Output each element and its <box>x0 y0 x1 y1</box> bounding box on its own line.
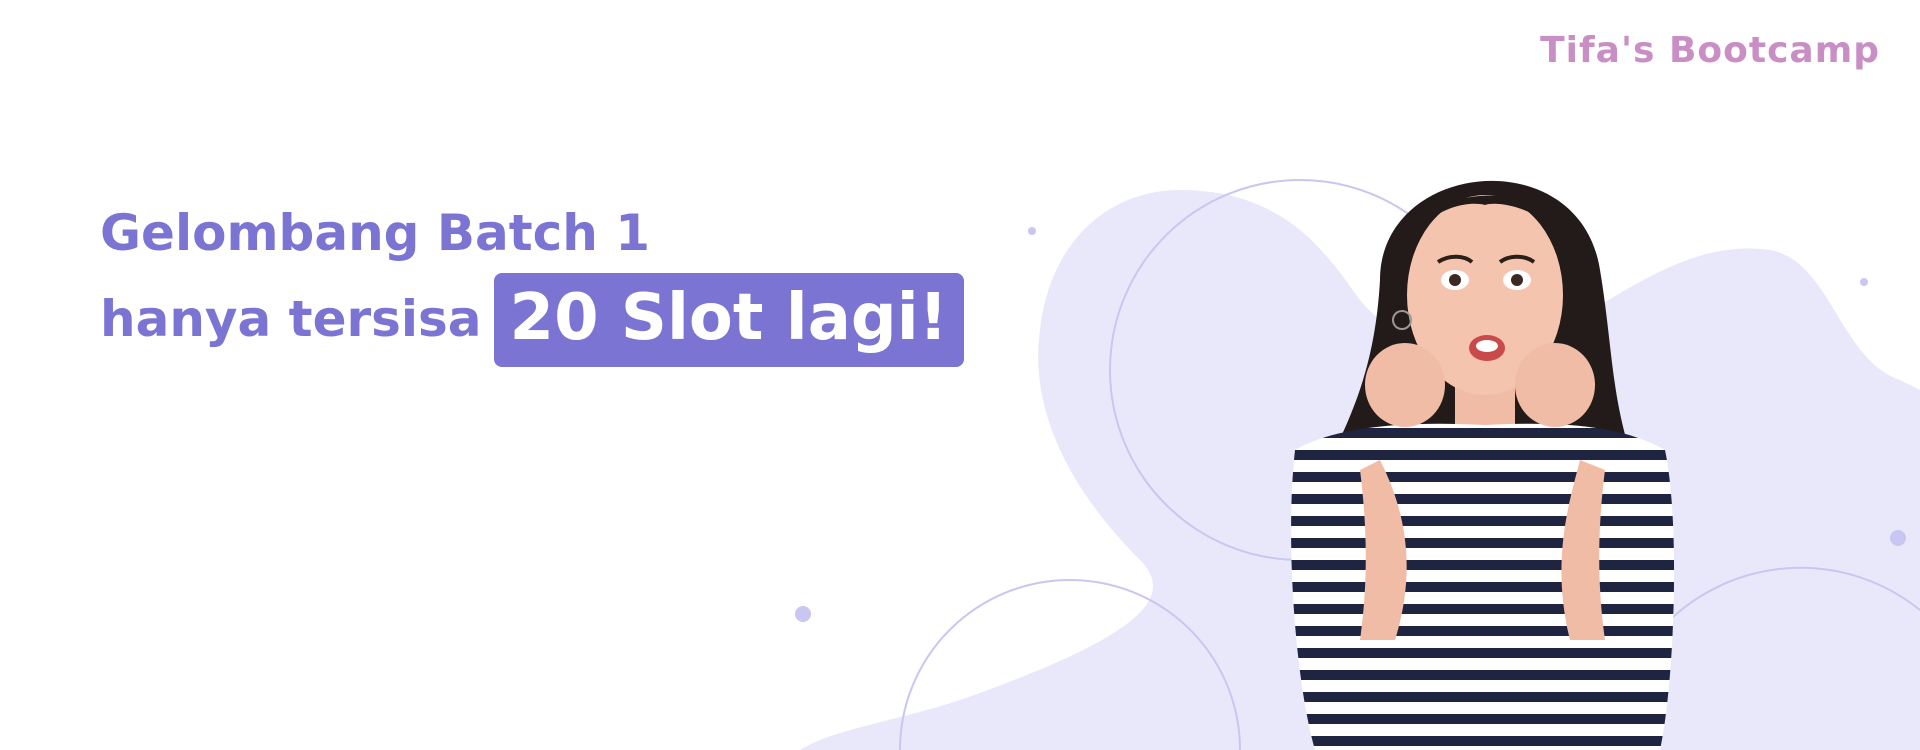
headline-line-1: Gelombang Batch 1 <box>100 204 651 262</box>
slot-badge: 20 Slot lagi! <box>493 272 964 367</box>
headline-line-2-text: hanya tersisa <box>100 289 482 348</box>
striped-shirt <box>1291 423 1675 750</box>
dot <box>1028 227 1036 235</box>
brand-logo: Tifa's Bootcamp <box>1540 30 1880 71</box>
pupil <box>1449 274 1461 286</box>
dot <box>1860 278 1868 286</box>
dot <box>1890 530 1906 546</box>
surprised-woman-photo <box>1291 180 1675 750</box>
right-fist <box>1515 343 1595 427</box>
promo-headline: Gelombang Batch 1 hanya tersisa 20 Slot … <box>100 204 964 367</box>
left-fist <box>1365 343 1445 427</box>
headline-line-2: hanya tersisa 20 Slot lagi! <box>100 272 964 367</box>
pupil <box>1511 274 1523 286</box>
dot <box>795 606 811 622</box>
